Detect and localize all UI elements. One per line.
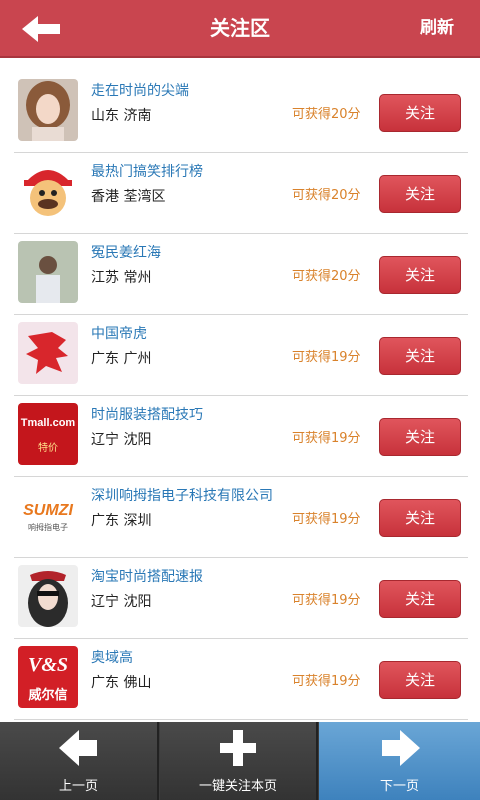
points-reward: 可获得19分: [292, 512, 361, 527]
points-reward: 可获得19分: [292, 674, 361, 689]
tiger-logo-avatar: [18, 322, 78, 384]
next-page-button[interactable]: 下一页: [319, 722, 480, 800]
prev-page-label: 上一页: [58, 779, 98, 794]
account-name[interactable]: 冤民姜红海: [91, 242, 161, 262]
left-arrow-icon: [57, 728, 101, 772]
list-item: SUMZI 响拇指电子 深圳响拇指电子科技有限公司 广东 深圳 可获得19分 关…: [14, 477, 468, 558]
follow-button[interactable]: 关注: [379, 418, 461, 456]
follow-button[interactable]: 关注: [379, 175, 461, 213]
mario-cartoon-avatar: [18, 160, 78, 222]
fashion-woman-avatar: [18, 565, 78, 627]
photo-woman-avatar: [18, 79, 78, 141]
follow-button[interactable]: 关注: [379, 499, 461, 537]
photo-man-avatar: [18, 241, 78, 303]
points-reward: 可获得19分: [292, 593, 361, 608]
list-item: 冤民姜红海 江苏 常州 可获得20分 关注: [14, 234, 468, 315]
account-name[interactable]: 奥域高: [91, 647, 133, 667]
refresh-button[interactable]: 刷新: [420, 0, 454, 56]
account-name[interactable]: 最热门搞笑排行榜: [91, 161, 203, 181]
prev-page-button[interactable]: 上一页: [0, 722, 159, 800]
title-bar: 关注区 刷新: [0, 0, 480, 58]
vs-logo-text: V&S: [27, 654, 69, 676]
list-item: Tmall.com 特价 时尚服装搭配技巧 辽宁 沈阳 可获得19分 关注: [14, 396, 468, 477]
account-location: 香港 荃湾区: [91, 189, 166, 205]
points-reward: 可获得19分: [292, 431, 361, 446]
list-item: 淘宝时尚搭配速报 辽宁 沈阳 可获得19分 关注: [14, 558, 468, 639]
follow-button[interactable]: 关注: [379, 580, 461, 618]
list-item: V&S 威尔信 奥域高 广东 佛山 可获得19分 关注: [14, 639, 468, 720]
sumzi-logo-text: SUMZI: [23, 502, 73, 519]
points-reward: 可获得19分: [292, 350, 361, 365]
account-location: 广东 广州: [91, 351, 152, 367]
account-location: 广东 佛山: [91, 675, 152, 691]
plus-icon: [218, 728, 258, 772]
account-location: 山东 济南: [91, 108, 152, 124]
bottom-toolbar: 上一页 一键关注本页 下一页: [0, 722, 480, 800]
list-item: 走在时尚的尖端 山东 济南 可获得20分 关注: [14, 72, 468, 153]
points-reward: 可获得20分: [292, 269, 361, 284]
account-location: 广东 深圳: [91, 513, 152, 529]
points-reward: 可获得20分: [292, 188, 361, 203]
follow-button[interactable]: 关注: [379, 661, 461, 699]
vs-logo-avatar: V&S 威尔信: [18, 646, 78, 708]
next-page-label: 下一页: [379, 779, 419, 794]
account-name[interactable]: 时尚服装搭配技巧: [91, 404, 203, 424]
points-reward: 可获得20分: [292, 107, 361, 122]
follow-button[interactable]: 关注: [379, 337, 461, 375]
account-location: 辽宁 沈阳: [91, 432, 152, 448]
account-location: 江苏 常州: [91, 270, 152, 286]
sumzi-logo-avatar: SUMZI 响拇指电子: [18, 484, 78, 546]
account-name[interactable]: 走在时尚的尖端: [91, 80, 189, 100]
account-location: 辽宁 沈阳: [91, 594, 152, 610]
list-item: 最热门搞笑排行榜 香港 荃湾区 可获得20分 关注: [14, 153, 468, 234]
follow-button[interactable]: 关注: [379, 256, 461, 294]
sumzi-logo-subtext: 响拇指电子: [28, 523, 68, 532]
follow-all-button[interactable]: 一键关注本页: [160, 722, 318, 800]
vs-logo-subtext: 威尔信: [28, 688, 68, 703]
tmall-logo-avatar: Tmall.com 特价: [18, 403, 78, 465]
tmall-logo-subtext: 特价: [38, 443, 58, 454]
account-name[interactable]: 中国帝虎: [91, 323, 147, 343]
follow-button[interactable]: 关注: [379, 94, 461, 132]
account-name[interactable]: 深圳响拇指电子科技有限公司: [91, 485, 273, 505]
account-name[interactable]: 淘宝时尚搭配速报: [91, 566, 203, 586]
follow-all-label: 一键关注本页: [198, 779, 277, 794]
right-arrow-icon: [378, 728, 422, 772]
list-item: 中国帝虎 广东 广州 可获得19分 关注: [14, 315, 468, 396]
tmall-logo-text: Tmall.com: [20, 417, 76, 429]
page-title: 关注区: [210, 16, 270, 40]
